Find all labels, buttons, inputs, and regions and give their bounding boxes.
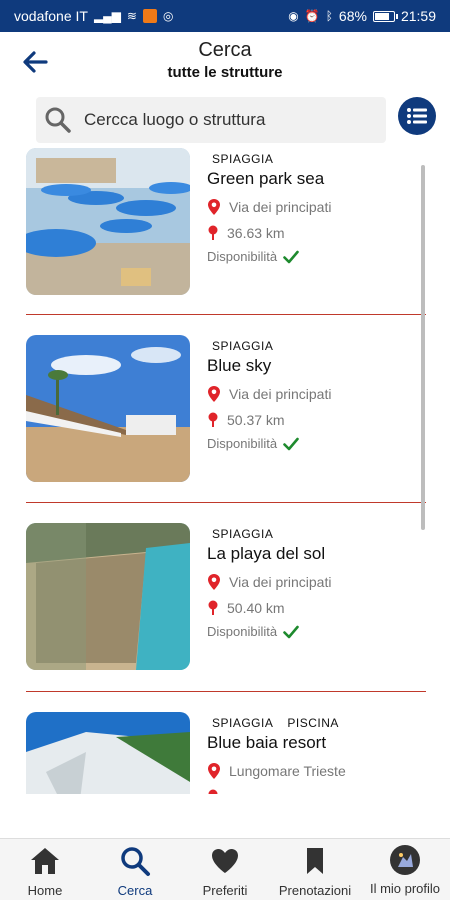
tab-label: Prenotazioni [278, 883, 352, 898]
distance: 36.63 km [227, 225, 285, 241]
location-pin-icon [208, 386, 220, 402]
eye-icon: ◉ [288, 9, 299, 23]
result-card[interactable]: SPIAGGIA Green park sea Via dei principa… [0, 148, 450, 337]
tag: PISCINA [287, 716, 339, 730]
tag: SPIAGGIA [212, 716, 274, 730]
signal-icon: ▂▄▆ [93, 9, 121, 23]
list-icon [407, 108, 427, 124]
distance-pin-icon [208, 225, 218, 240]
card-divider [26, 314, 426, 315]
distance-pin-icon [208, 789, 218, 794]
check-icon [283, 625, 299, 638]
distance-row: 50.37 km [207, 412, 417, 428]
tab-search[interactable]: Cerca [90, 839, 180, 900]
tab-favorites[interactable]: Preferiti [180, 839, 270, 900]
address: Via dei principati [229, 199, 332, 215]
address-row: Via dei principati [207, 385, 417, 403]
tag-list: SPIAGGIA [212, 527, 417, 541]
avatar-icon [390, 845, 420, 875]
page-title: Cerca [198, 39, 252, 61]
status-bar: vodafone IT ▂▄▆ ≋ ◎ ◉ ⏰ ᛒ 68% 21:59 [0, 0, 450, 32]
address-row: Via dei principati [207, 573, 417, 591]
address: Lungomare Trieste [229, 763, 346, 779]
card-divider [26, 502, 426, 503]
search-input[interactable] [84, 110, 364, 130]
structure-name[interactable]: La playa del sol [207, 544, 417, 564]
distance-pin-icon [208, 412, 218, 427]
list-view-button[interactable] [398, 97, 436, 135]
result-card[interactable]: SPIAGGIA La playa del sol Via dei princi… [0, 523, 450, 712]
search-icon [121, 847, 150, 876]
distance: 50.37 km [227, 412, 285, 428]
availability-row: Disponibilità [207, 436, 417, 451]
address-row: Via dei principati [207, 198, 417, 216]
app-notification-icon [142, 9, 157, 23]
result-card[interactable]: SPIAGGIA PISCINA Blue baia resort Lungom… [0, 712, 450, 794]
distance: 50.40 km [227, 600, 285, 616]
structure-name[interactable]: Green park sea [207, 169, 417, 189]
tag-list: SPIAGGIA [212, 152, 417, 166]
alarm-icon: ⏰ [304, 9, 320, 23]
results-list[interactable]: SPIAGGIA Green park sea Via dei principa… [0, 148, 450, 794]
distance-row: 50.40 km [207, 600, 417, 616]
beach-photo [26, 712, 190, 794]
tag-list: SPIAGGIA PISCINA [212, 716, 417, 730]
battery-percent: 68% [338, 8, 367, 24]
tag-list: SPIAGGIA [212, 339, 417, 353]
card-divider [26, 691, 426, 692]
tab-profile[interactable]: Il mio profilo [360, 839, 450, 900]
carrier-label: vodafone IT [14, 8, 88, 24]
tag: SPIAGGIA [212, 339, 274, 353]
address-row: Lungomare Trieste [207, 762, 417, 780]
tab-label: Il mio profilo [369, 881, 441, 896]
tab-label: Home [27, 883, 63, 898]
structure-name[interactable]: Blue sky [207, 356, 417, 376]
availability-label: Disponibilità [207, 436, 278, 451]
tab-label: Cerca [117, 883, 153, 898]
search-bar[interactable] [36, 97, 386, 143]
availability-row: Disponibilità [207, 249, 417, 264]
check-icon [283, 437, 299, 450]
wifi-icon: ≋ [126, 9, 137, 23]
beach-photo [26, 148, 190, 295]
scrollbar[interactable] [421, 165, 425, 530]
address: Via dei principati [229, 574, 332, 590]
heart-icon [212, 849, 238, 873]
tag: SPIAGGIA [212, 527, 274, 541]
check-icon [283, 250, 299, 263]
location-pin-icon [208, 763, 220, 779]
whatsapp-icon: ◎ [162, 9, 174, 23]
bottom-tab-bar: Home Cerca Preferiti Prenotazioni Il mio… [0, 838, 450, 900]
tab-home[interactable]: Home [0, 839, 90, 900]
location-pin-icon [208, 574, 220, 590]
battery-icon [372, 10, 398, 22]
availability-label: Disponibilità [207, 249, 278, 264]
distance-row: 36.63 km [207, 225, 417, 241]
distance-row [207, 789, 417, 794]
home-icon [31, 848, 59, 874]
page-subtitle: tutte le strutture [167, 64, 283, 81]
bookmark-icon [307, 848, 323, 874]
clock: 21:59 [400, 8, 436, 24]
address: Via dei principati [229, 386, 332, 402]
location-pin-icon [208, 199, 220, 215]
beach-photo [26, 523, 190, 670]
beach-photo [26, 335, 190, 482]
tag: SPIAGGIA [212, 152, 274, 166]
tab-label: Preferiti [202, 883, 248, 898]
availability-label: Disponibilità [207, 624, 278, 639]
distance-pin-icon [208, 600, 218, 615]
header: Cerca tutte le strutture [0, 32, 450, 92]
bluetooth-icon: ᛒ [325, 9, 333, 23]
structure-name[interactable]: Blue baia resort [207, 733, 417, 753]
result-card[interactable]: SPIAGGIA Blue sky Via dei principati 50.… [0, 335, 450, 524]
search-icon [45, 107, 71, 133]
availability-row: Disponibilità [207, 624, 417, 639]
tab-bookings[interactable]: Prenotazioni [270, 839, 360, 900]
